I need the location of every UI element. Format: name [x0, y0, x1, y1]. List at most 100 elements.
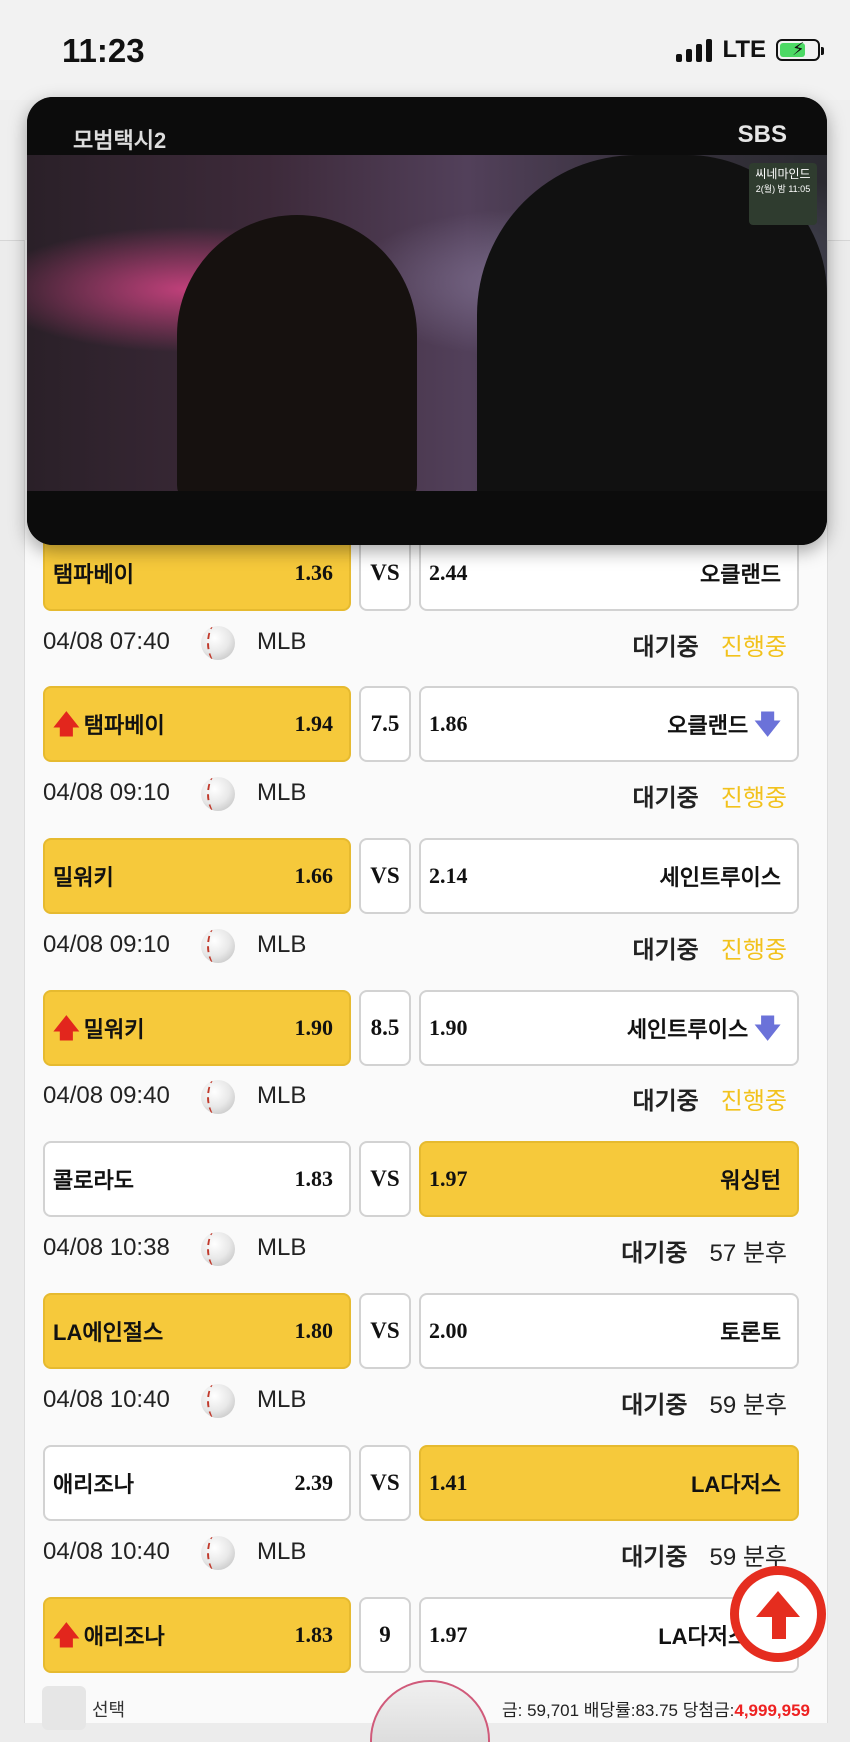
away-team: 토론토 [720, 1320, 781, 1345]
match-info-row: 04/08 09:40 MLB 대기중 진행중 [43, 1074, 799, 1118]
wait-label: 대기중 [632, 785, 699, 812]
away-team: 세인트루이스 [626, 1017, 749, 1042]
home-odds: 2.39 [294, 1470, 334, 1495]
home-team: 탬파베이 [53, 562, 134, 587]
match-row: 탬파베이 1.36 VS 2.44 오클랜드 [43, 535, 799, 611]
channel-logo: SBS [737, 121, 787, 148]
video-top-bar: 모범택시2 SBS [27, 97, 827, 155]
match-status: 대기중 진행중 [633, 777, 788, 821]
match-status: 대기중 진행중 [633, 929, 788, 973]
home-bet-button[interactable]: 🡅 탬파베이 1.94 [43, 686, 351, 762]
match-datetime: 04/08 09:10 [43, 931, 170, 958]
home-team: LA에인절스 [53, 1320, 164, 1345]
select-checkbox[interactable] [42, 1686, 86, 1730]
home-odds: 1.90 [294, 1015, 334, 1040]
home-odds: 1.83 [294, 1622, 334, 1647]
match-datetime: 04/08 10:40 [43, 1386, 170, 1413]
home-team: 애리조나 [83, 1624, 165, 1649]
match-datetime: 04/08 09:40 [43, 1082, 170, 1109]
arrow-up-icon: 🡅 [53, 1620, 80, 1650]
away-bet-button[interactable]: 1.97 워싱턴 [419, 1141, 799, 1217]
match-datetime: 04/08 10:40 [43, 1538, 170, 1565]
away-bet-button[interactable]: 1.90 세인트루이스 🡇 [419, 990, 799, 1066]
match-row: 🡅 밀워키 1.90 8.5 1.90 세인트루이스 🡇 [43, 990, 799, 1066]
match-info-row: 04/08 10:40 MLB 대기중 59 분후 [43, 1378, 799, 1422]
baseball-icon [201, 1232, 235, 1266]
match-info-row: 04/08 10:38 MLB 대기중 57 분후 [43, 1226, 799, 1270]
match-info-row: 04/08 07:40 MLB 대기중 진행중 [43, 620, 799, 664]
handicap-label: VS [359, 838, 411, 914]
away-bet-button[interactable]: 1.41 LA다저스 [419, 1445, 799, 1521]
baseball-icon [201, 1384, 235, 1418]
arrow-down-icon: 🡇 [754, 709, 781, 739]
league-label: MLB [257, 1234, 307, 1261]
wait-label: 대기중 [621, 1392, 688, 1419]
status-label: 57 분후 [709, 1240, 787, 1267]
match-row: 🡅애리조나1.8391.97LA다저스🡇 [43, 1597, 799, 1673]
video-bottom-bar [27, 491, 827, 545]
home-bet-button[interactable]: 콜로라도 1.83 [43, 1141, 351, 1217]
handicap-label: 8.5 [359, 990, 411, 1066]
away-odds: 1.86 [429, 711, 468, 736]
match-row: 밀워키 1.66 VS 2.14 세인트루이스 [43, 838, 799, 914]
match-datetime: 04/08 07:40 [43, 628, 170, 655]
bet-summary-bar: 선택 금: 59,701 배당률:83.75 당첨금:4,999,959 [40, 1686, 810, 1730]
baseball-icon [201, 777, 235, 811]
baseball-icon [201, 929, 235, 963]
away-odds: 2.44 [429, 560, 468, 585]
match-row: 애리조나 2.39 VS 1.41 LA다저스 [43, 1445, 799, 1521]
home-bet-button[interactable]: 밀워키 1.66 [43, 838, 351, 914]
match-datetime: 04/08 09:10 [43, 779, 170, 806]
home-team: 콜로라도 [53, 1168, 134, 1193]
wait-label: 대기중 [621, 1240, 688, 1267]
match-row: 🡅 탬파베이 1.94 7.5 1.86 오클랜드 🡇 [43, 686, 799, 762]
match-info-row: 04/08 09:10 MLB 대기중 진행중 [43, 923, 799, 967]
away-team: LA다저스 [690, 1472, 781, 1497]
home-bet-button[interactable]: 탬파베이 1.36 [43, 535, 351, 611]
video-logo: 모범택시2 [73, 128, 167, 153]
wait-label: 대기중 [621, 1544, 688, 1571]
arrow-up-icon [756, 1591, 800, 1617]
status-indicators: LTE ⚡ [676, 36, 824, 64]
league-label: MLB [257, 1538, 307, 1565]
match-status: 대기중 진행중 [633, 626, 788, 670]
league-label: MLB [257, 779, 307, 806]
home-odds: 1.66 [294, 863, 334, 888]
network-label: LTE [722, 36, 766, 63]
handicap-label: VS [359, 1141, 411, 1217]
video-player[interactable]: 모범택시2 SBS 씨네마인드 2(월) 밤 11:05 [27, 97, 827, 545]
away-bet-button[interactable]: 2.00 토론토 [419, 1293, 799, 1369]
match-row: LA에인절스 1.80 VS 2.00 토론토 [43, 1293, 799, 1369]
signal-icon [676, 38, 713, 62]
home-bet-button[interactable]: LA에인절스 1.80 [43, 1293, 351, 1369]
handicap-label: VS [359, 1445, 411, 1521]
home-team: 탬파베이 [83, 713, 165, 738]
wait-label: 대기중 [632, 937, 699, 964]
status-time: 11:23 [62, 32, 145, 69]
away-bet-button[interactable]: 2.14 세인트루이스 [419, 838, 799, 914]
home-bet-button[interactable]: 애리조나 2.39 [43, 1445, 351, 1521]
home-odds: 1.94 [294, 711, 334, 736]
match-info-row: 04/08 09:10 MLB 대기중 진행중 [43, 771, 799, 815]
bet-stats: 금: 59,701 배당률:83.75 당첨금:4,999,959 [502, 1701, 810, 1720]
match-status: 대기중 59 분후 [621, 1384, 787, 1428]
away-bet-button[interactable]: 1.86 오클랜드 🡇 [419, 686, 799, 762]
away-team: 세인트루이스 [659, 865, 781, 890]
league-label: MLB [257, 628, 307, 655]
arrow-up-icon: 🡅 [53, 1013, 80, 1043]
program-badge: 씨네마인드 2(월) 밤 11:05 [749, 163, 817, 225]
arrow-down-icon: 🡇 [754, 1013, 781, 1043]
status-label: 진행중 [720, 634, 787, 661]
status-label: 진행중 [720, 937, 787, 964]
home-bet-button[interactable]: 🡅 밀워키 1.90 [43, 990, 351, 1066]
away-bet-button[interactable]: 2.44 오클랜드 [419, 535, 799, 611]
handicap-label: 7.5 [359, 686, 411, 762]
league-label: MLB [257, 1386, 307, 1413]
match-status: 대기중 진행중 [633, 1080, 788, 1124]
match-info-row: 04/08 10:40 MLB 대기중 59 분후 [43, 1530, 799, 1574]
home-bet-button[interactable]: 🡅 애리조나 1.83 [43, 1597, 351, 1673]
scroll-to-top-button[interactable] [730, 1566, 826, 1662]
away-odds: 2.14 [429, 863, 468, 888]
away-odds: 2.00 [429, 1318, 468, 1343]
away-odds: 1.97 [429, 1166, 468, 1191]
